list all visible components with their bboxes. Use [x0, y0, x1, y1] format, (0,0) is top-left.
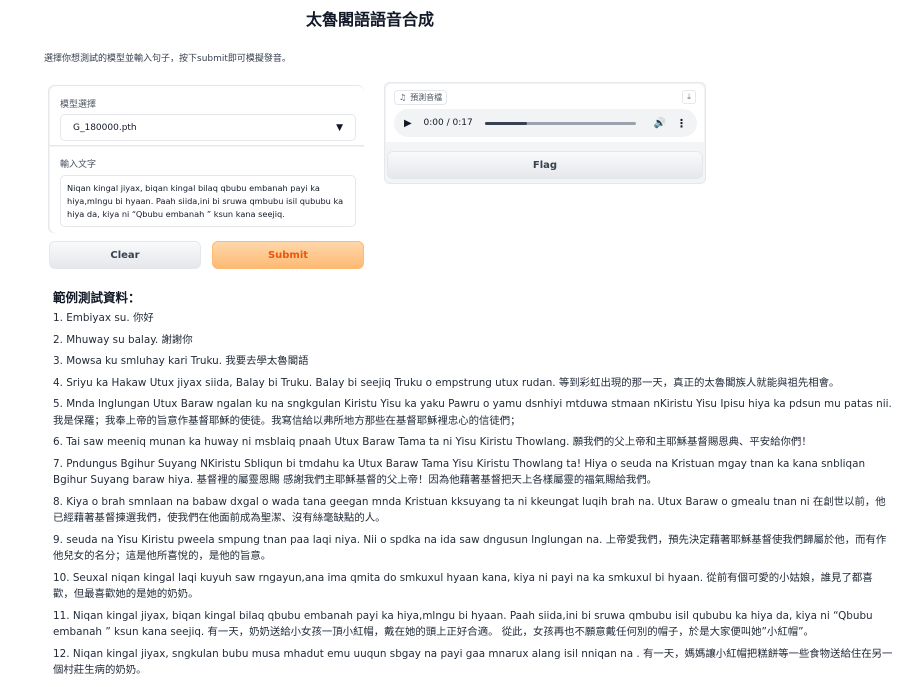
example-item: 6. Tai saw meeniq munan ka huway ni msbl…: [53, 436, 812, 448]
example-item: 5. Mnda lnglungan Utux Baraw ngalan ku n…: [53, 398, 892, 427]
audio-seek-progress: [484, 121, 527, 125]
model-selected-value: G_180000.pth: [73, 122, 137, 133]
example-item: 12. Niqan kingal jiyax, sngkulan bubu mu…: [53, 647, 893, 677]
example-item: 7. Pndungus Bgihur Suyang NKiristu Sbliq…: [53, 457, 866, 487]
play-icon[interactable]: ▶: [404, 118, 418, 129]
examples-title: 範例測試資料：: [53, 290, 141, 305]
model-dropdown[interactable]: G_180000.pth ▼: [60, 114, 356, 141]
example-item: 3. Mowsa ku smluhay kari Truku. 我要去學太魯閣語: [53, 355, 309, 367]
text-input-label: 輸入文字: [60, 160, 97, 170]
volume-icon[interactable]: 🔊: [654, 118, 666, 129]
input-column: 模型選擇 G_180000.pth ▼ 輸入文字 Niqan kingal ji…: [44, 82, 370, 270]
audio-output-block: ♫ 預測音檔 ⤓ ▶ 0:00 / 0:17 🔊 ⋮: [386, 84, 704, 142]
model-select-block: 模型選擇 G_180000.pth ▼: [50, 86, 364, 146]
clear-button[interactable]: Clear: [49, 241, 201, 269]
audio-time: 0:00 / 0:17: [423, 118, 473, 128]
text-input[interactable]: Niqan kingal jiyax, biqan kingal bilaq q…: [60, 175, 356, 227]
page-subtitle: 選擇你想測試的模型並輸入句子，按下submit即可模擬發音。: [44, 54, 291, 64]
flag-button[interactable]: Flag: [387, 151, 703, 179]
example-item: 11. Niqan kingal jiyax, biqan kingal bil…: [53, 609, 873, 639]
submit-button[interactable]: Submit: [212, 241, 364, 269]
example-item: 8. Kiya o brah smnlaan na babaw dxgal o …: [53, 495, 886, 525]
audio-output-label-text: 預測音檔: [410, 93, 443, 102]
text-input-block: 輸入文字 Niqan kingal jiyax, biqan kingal bi…: [50, 147, 364, 233]
audio-player[interactable]: ▶ 0:00 / 0:17 🔊 ⋮: [394, 109, 697, 137]
example-item: 2. Mhuway su balay. 謝謝你: [53, 333, 193, 346]
example-item: 10. Seuxal niqan kingal laqi kuyuh saw r…: [53, 571, 873, 601]
example-item: 9. seuda na Yisu Kiristu pweela smpung t…: [53, 533, 887, 563]
example-item: 1. Embiyax su. 你好: [53, 312, 154, 324]
output-column: ♫ 預測音檔 ⤓ ▶ 0:00 / 0:17 🔊 ⋮ Flag: [384, 82, 706, 184]
download-icon[interactable]: ⤓: [682, 90, 696, 104]
audio-seek-bar[interactable]: [484, 121, 636, 125]
music-note-icon: ♫: [399, 93, 407, 102]
example-item: 4. Sriyu ka Hakaw Utux jiyax siida, Bala…: [53, 376, 840, 389]
page-title: 太魯閣語語音合成: [306, 10, 435, 29]
input-panel: 模型選擇 G_180000.pth ▼ 輸入文字 Niqan kingal ji…: [48, 85, 364, 233]
model-select-label: 模型選擇: [60, 100, 97, 110]
chevron-down-icon: ▼: [336, 123, 343, 133]
audio-output-label: ♫ 預測音檔: [394, 90, 448, 105]
more-options-icon[interactable]: ⋮: [676, 117, 687, 130]
examples-list: 1. Embiyax su. 你好 2. Mhuway su balay. 謝謝…: [53, 310, 893, 679]
